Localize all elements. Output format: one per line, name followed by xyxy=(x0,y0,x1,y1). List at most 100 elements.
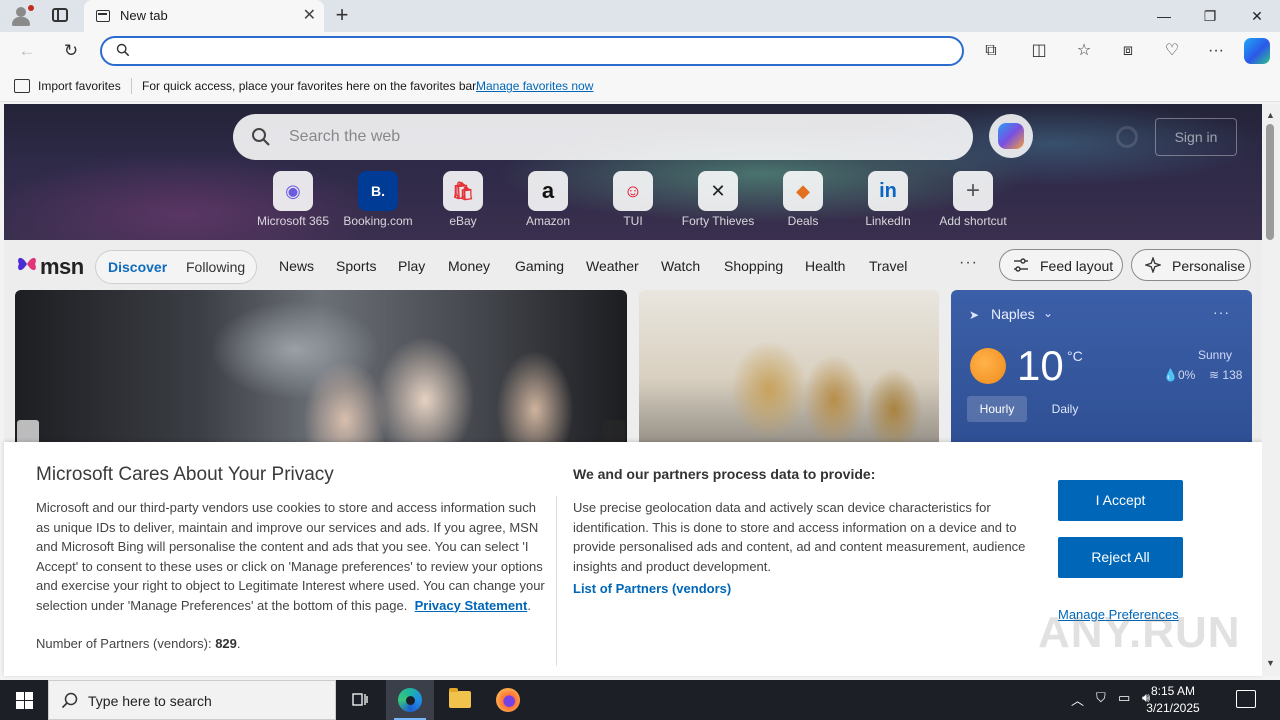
reload-icon[interactable]: ↻ xyxy=(58,38,84,64)
search-icon xyxy=(116,43,130,57)
msn-logo[interactable]: msn xyxy=(16,250,84,280)
nav-travel[interactable]: Travel xyxy=(869,258,907,274)
booking-icon: B. xyxy=(358,171,398,211)
sign-in-button[interactable]: Sign in xyxy=(1155,118,1237,156)
feed-toggle: Discover Following xyxy=(95,250,257,284)
start-button[interactable] xyxy=(0,680,48,720)
close-window-button[interactable]: ✕ xyxy=(1234,0,1280,32)
network-icon[interactable]: ▭ xyxy=(1118,690,1130,706)
performance-icon[interactable]: ♡ xyxy=(1159,38,1185,64)
web-search-box[interactable]: Search the web xyxy=(233,114,973,160)
tab-hourly[interactable]: Hourly xyxy=(967,396,1027,422)
tab-daily[interactable]: Daily xyxy=(1037,396,1093,422)
nav-health[interactable]: Health xyxy=(805,258,845,274)
reject-all-button[interactable]: Reject All xyxy=(1058,537,1183,578)
taskbar-file-explorer[interactable] xyxy=(436,680,484,720)
split-screen-icon[interactable]: ◫ xyxy=(1026,38,1052,64)
copilot-icon[interactable] xyxy=(1244,38,1270,64)
copilot-icon xyxy=(998,123,1024,149)
taskbar-clock[interactable]: 8:15 AM 3/21/2025 xyxy=(1140,683,1206,717)
news-hero-card[interactable] xyxy=(15,290,627,450)
shortcut-amazon[interactable]: a Amazon xyxy=(508,171,588,231)
privacy-statement-link[interactable]: Privacy Statement xyxy=(415,598,528,613)
feed-layout-button[interactable]: Feed layout xyxy=(999,249,1123,281)
minimize-button[interactable]: — xyxy=(1141,0,1187,32)
accept-button[interactable]: I Accept xyxy=(1058,480,1183,521)
shortcut-tui[interactable]: ☺ TUI xyxy=(593,171,673,231)
search-icon xyxy=(61,692,78,709)
list-of-partners-link[interactable]: List of Partners (vendors) xyxy=(573,581,731,596)
taskbar-search-box[interactable]: Type here to search xyxy=(48,680,336,720)
weather-more-button[interactable]: ··· xyxy=(1213,304,1230,320)
personalise-button[interactable]: Personalise xyxy=(1131,249,1251,281)
tab-discover[interactable]: Discover xyxy=(108,259,167,275)
favorites-icon[interactable]: ☆ xyxy=(1071,38,1097,64)
plus-icon: + xyxy=(953,171,993,211)
new-tab-page-icon xyxy=(96,10,110,22)
money-news-card[interactable] xyxy=(639,290,939,450)
nav-sports[interactable]: Sports xyxy=(336,258,376,274)
scroll-down-icon[interactable]: ▼ xyxy=(1266,658,1275,668)
nav-play[interactable]: Play xyxy=(398,258,425,274)
nav-news[interactable]: News xyxy=(279,258,314,274)
nav-gaming[interactable]: Gaming xyxy=(515,258,564,274)
import-favorites-button[interactable]: Import favorites xyxy=(38,79,121,93)
copilot-button[interactable] xyxy=(989,114,1033,158)
location-icon: ➤ xyxy=(969,308,980,322)
privacy-body: Microsoft and our third-party vendors us… xyxy=(36,500,545,613)
new-tab-button[interactable]: + xyxy=(330,4,354,28)
add-shortcut-button[interactable]: + Add shortcut xyxy=(933,171,1013,231)
tab-actions-icon[interactable] xyxy=(52,8,68,22)
sunny-icon xyxy=(970,348,1006,384)
notifications-icon[interactable] xyxy=(1236,690,1256,708)
nav-shopping[interactable]: Shopping xyxy=(724,258,783,274)
purpose-title: We and our partners process data to prov… xyxy=(573,466,876,482)
aqi-value: ≋ 138 xyxy=(1209,368,1243,382)
weather-card[interactable]: ➤ Naples ⌄ ··· 10 °C Sunny 💧0% ≋ 138 Hou… xyxy=(951,290,1252,450)
taskbar-firefox[interactable] xyxy=(484,680,532,720)
manage-favorites-link[interactable]: Manage favorites now xyxy=(476,79,593,93)
sliders-icon xyxy=(1014,258,1028,272)
scroll-up-icon[interactable]: ▲ xyxy=(1266,110,1275,120)
nav-money[interactable]: Money xyxy=(448,258,490,274)
shortcut-label: Microsoft 365 xyxy=(256,214,330,228)
collections-icon[interactable]: ⧈ xyxy=(1115,38,1141,64)
tab-following[interactable]: Following xyxy=(186,259,245,275)
shortcut-forty-thieves[interactable]: ✕ Forty Thieves xyxy=(678,171,758,231)
close-tab-button[interactable]: ✕ xyxy=(303,6,316,26)
security-icon[interactable]: ⛉ xyxy=(1096,690,1106,706)
edge-icon xyxy=(398,688,422,712)
personalise-label: Personalise xyxy=(1172,258,1246,274)
tray-overflow-icon[interactable]: ︿ xyxy=(1071,690,1084,709)
taskbar-edge[interactable] xyxy=(386,680,434,720)
clock-time: 8:15 AM xyxy=(1150,684,1196,698)
tab-new-tab[interactable]: New tab ✕ xyxy=(84,0,324,32)
shortcut-linkedin[interactable]: in LinkedIn xyxy=(848,171,928,231)
address-bar[interactable] xyxy=(100,36,964,66)
msn-butterfly-icon xyxy=(18,257,36,271)
restore-button[interactable]: ❐ xyxy=(1187,0,1233,32)
shortcut-deals[interactable]: ◆ Deals xyxy=(763,171,843,231)
shortcut-label: Amazon xyxy=(525,214,571,228)
scroll-thumb[interactable] xyxy=(1266,124,1274,240)
shortcut-label: Deals xyxy=(787,214,819,228)
profile-icon[interactable] xyxy=(8,4,34,28)
settings-icon[interactable] xyxy=(1116,126,1138,148)
back-icon[interactable]: ← xyxy=(14,38,40,64)
nav-weather[interactable]: Weather xyxy=(586,258,639,274)
linkedin-icon: in xyxy=(868,171,908,211)
weather-city[interactable]: Naples xyxy=(991,306,1035,322)
favorites-hint: For quick access, place your favorites h… xyxy=(142,79,479,93)
shortcut-ebay[interactable]: 🛍 eBay xyxy=(423,171,503,231)
shortcut-microsoft-365[interactable]: ◉ Microsoft 365 xyxy=(253,171,333,231)
rain-value: 0% xyxy=(1177,368,1196,382)
page-scrollbar[interactable]: ▲ ▼ xyxy=(1262,104,1280,676)
nav-more-button[interactable]: ··· xyxy=(959,254,978,272)
shortcut-booking[interactable]: B. Booking.com xyxy=(338,171,418,231)
ebay-icon: 🛍 xyxy=(443,171,483,211)
nav-watch[interactable]: Watch xyxy=(661,258,700,274)
task-view-button[interactable] xyxy=(336,680,384,720)
chevron-down-icon[interactable]: ⌄ xyxy=(1043,306,1053,320)
extensions-icon[interactable]: ⧉ xyxy=(978,38,1004,64)
more-icon[interactable]: ··· xyxy=(1203,38,1229,64)
